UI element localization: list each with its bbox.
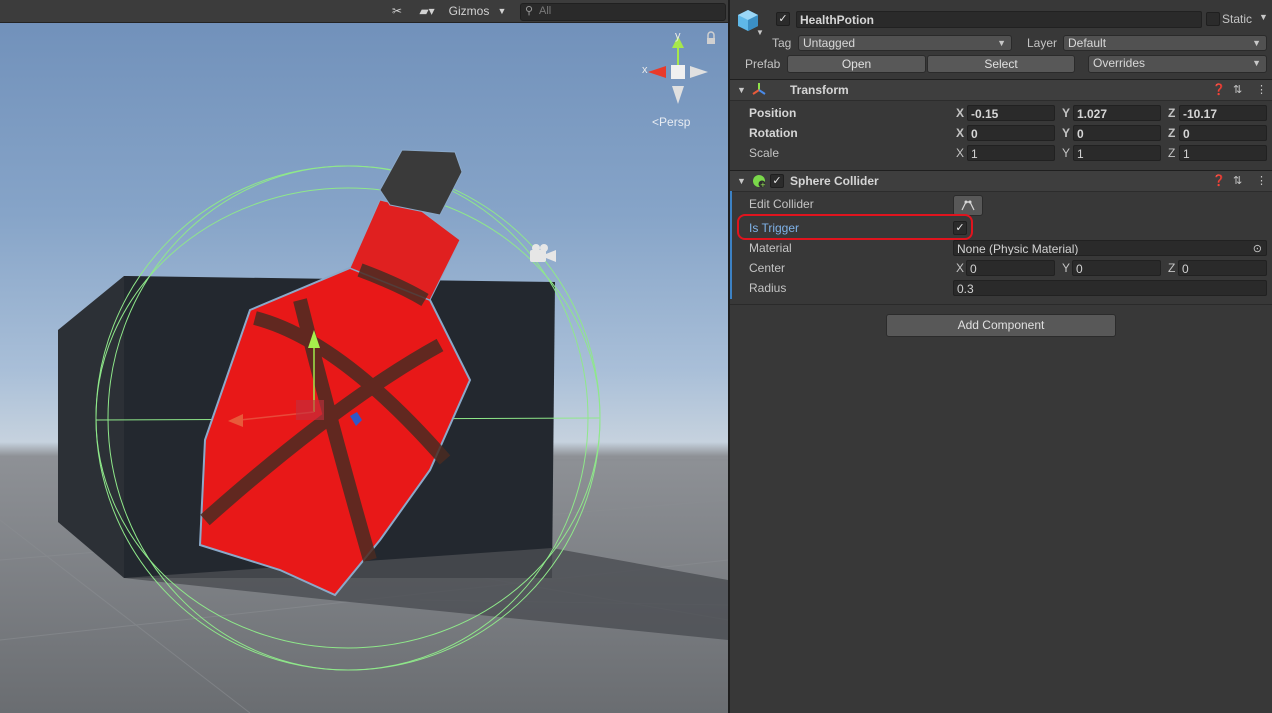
center-y-axis[interactable]: Y	[1062, 260, 1070, 276]
more-options-icon[interactable]: ⋮	[1256, 173, 1267, 189]
component-separator	[730, 304, 1272, 305]
camera-icon[interactable]: ▰▾	[412, 2, 442, 20]
material-value: None (Physic Material)	[957, 242, 1079, 256]
static-label: Static	[1222, 12, 1253, 26]
gameobject-icon-dropdown[interactable]: ▼	[756, 28, 764, 37]
sphere-collider-header[interactable]: ▼ + ✓ Sphere Collider ❓ ⇅ ⋮	[730, 170, 1272, 192]
add-component-button[interactable]: Add Component	[886, 314, 1116, 337]
position-y-field[interactable]: 1.027	[1073, 105, 1161, 121]
layer-label: Layer	[1027, 36, 1058, 50]
gizmo-y-label: y	[675, 30, 681, 42]
layer-dropdown[interactable]: Default ▼	[1063, 35, 1267, 51]
sphere-collider-title: Sphere Collider	[790, 174, 879, 188]
prefab-overrides-dropdown[interactable]: Overrides ▼	[1088, 55, 1267, 73]
position-label[interactable]: Position	[749, 105, 796, 121]
chevron-down-icon: ▼	[1252, 38, 1261, 48]
object-picker-icon[interactable]: ⊙	[1253, 241, 1262, 255]
radius-field[interactable]: 0.3	[953, 280, 1267, 296]
gizmos-dropdown-icon[interactable]: ▼	[494, 2, 510, 20]
center-z-field[interactable]: 0	[1178, 260, 1267, 276]
scale-y-axis[interactable]: Y	[1062, 145, 1070, 161]
prefab-select-button[interactable]: Select	[927, 55, 1075, 73]
scale-label[interactable]: Scale	[749, 145, 779, 161]
rotation-label[interactable]: Rotation	[749, 125, 798, 141]
position-y-axis[interactable]: Y	[1062, 105, 1070, 121]
object-active-checkbox[interactable]: ✓	[776, 12, 790, 26]
rotation-z-axis[interactable]: Z	[1168, 125, 1175, 141]
position-z-axis[interactable]: Z	[1168, 105, 1175, 121]
scene-toolbar: ✂ ▰▾ Gizmos ▼ ⚲ All	[0, 0, 728, 23]
prefab-open-button[interactable]: Open	[787, 55, 926, 73]
overrides-label: Overrides	[1093, 56, 1146, 70]
position-x-field[interactable]: -0.15	[967, 105, 1055, 121]
more-options-icon[interactable]: ⋮	[1256, 82, 1267, 98]
tag-value: Untagged	[803, 36, 856, 50]
center-label: Center	[749, 261, 786, 275]
transform-header[interactable]: ▼ Transform ❓ ⇅ ⋮	[730, 79, 1272, 101]
scene-graphics	[0, 31, 728, 713]
scene-search-input[interactable]: ⚲ All	[520, 3, 726, 21]
is-trigger-label[interactable]: Is Trigger	[749, 220, 799, 236]
position-z-field[interactable]: -10.17	[1179, 105, 1267, 121]
scale-x-field[interactable]: 1	[967, 145, 1055, 161]
foldout-arrow-icon[interactable]: ▼	[737, 173, 746, 189]
rotation-z-field[interactable]: 0	[1179, 125, 1267, 141]
material-label: Material	[749, 241, 792, 255]
help-icon[interactable]: ❓	[1212, 173, 1226, 189]
lock-icon[interactable]	[707, 31, 715, 44]
projection-toggle[interactable]: <Persp	[652, 115, 690, 129]
gizmo-x-label: x	[642, 64, 648, 76]
radius-label[interactable]: Radius	[749, 280, 786, 296]
transform-icon	[752, 82, 766, 99]
edit-collider-label: Edit Collider	[749, 197, 814, 211]
gizmos-button[interactable]: Gizmos	[446, 2, 492, 20]
search-placeholder: All	[539, 5, 552, 17]
tag-label: Tag	[772, 36, 792, 50]
inspector-panel: ▼ ✓ HealthPotion Static ▼ Tag Untagged ▼…	[730, 0, 1272, 713]
foldout-arrow-icon[interactable]: ▼	[737, 82, 746, 98]
orientation-gizmo[interactable]	[648, 36, 708, 104]
material-field[interactable]: None (Physic Material) ⊙	[953, 240, 1267, 256]
transform-title: Transform	[790, 83, 849, 97]
selected-component-bar	[730, 191, 732, 299]
position-x-axis[interactable]: X	[956, 105, 964, 121]
center-z-axis[interactable]: Z	[1168, 260, 1175, 276]
prefab-label: Prefab	[745, 57, 781, 71]
center-y-field[interactable]: 0	[1072, 260, 1161, 276]
rotation-x-field[interactable]: 0	[967, 125, 1055, 141]
scale-x-axis[interactable]: X	[956, 145, 964, 161]
tag-dropdown[interactable]: Untagged ▼	[798, 35, 1012, 51]
is-trigger-checkbox[interactable]: ✓	[953, 221, 967, 235]
scene-camera-icon[interactable]	[530, 244, 556, 262]
sphere-collider-icon: +	[752, 174, 766, 191]
static-checkbox[interactable]	[1206, 12, 1220, 26]
scene-view[interactable]: y x <Persp	[0, 0, 728, 713]
chevron-down-icon: ▼	[997, 38, 1006, 48]
tools-icon[interactable]: ✂	[386, 2, 408, 20]
help-icon[interactable]: ❓	[1212, 82, 1226, 98]
object-name-field[interactable]: HealthPotion	[796, 11, 1202, 28]
rotation-y-axis[interactable]: Y	[1062, 125, 1070, 141]
edit-collider-icon	[961, 200, 975, 211]
svg-text:+: +	[760, 181, 766, 188]
search-icon: ⚲	[525, 5, 534, 17]
static-dropdown-icon[interactable]: ▼	[1259, 12, 1268, 22]
scale-y-field[interactable]: 1	[1073, 145, 1161, 161]
chevron-down-icon: ▼	[1252, 58, 1261, 68]
center-x-axis[interactable]: X	[956, 260, 964, 276]
presets-icon[interactable]: ⇅	[1233, 82, 1242, 98]
rotation-x-axis[interactable]: X	[956, 125, 964, 141]
sphere-collider-enabled-checkbox[interactable]: ✓	[770, 174, 784, 188]
scale-z-axis[interactable]: Z	[1168, 145, 1175, 161]
presets-icon[interactable]: ⇅	[1233, 173, 1242, 189]
layer-value: Default	[1068, 36, 1107, 50]
chevron-left-icon: <	[652, 115, 660, 129]
projection-label: Persp	[659, 115, 691, 129]
edit-collider-button[interactable]	[953, 195, 983, 216]
center-x-field[interactable]: 0	[966, 260, 1055, 276]
rotation-y-field[interactable]: 0	[1073, 125, 1161, 141]
scale-z-field[interactable]: 1	[1179, 145, 1267, 161]
